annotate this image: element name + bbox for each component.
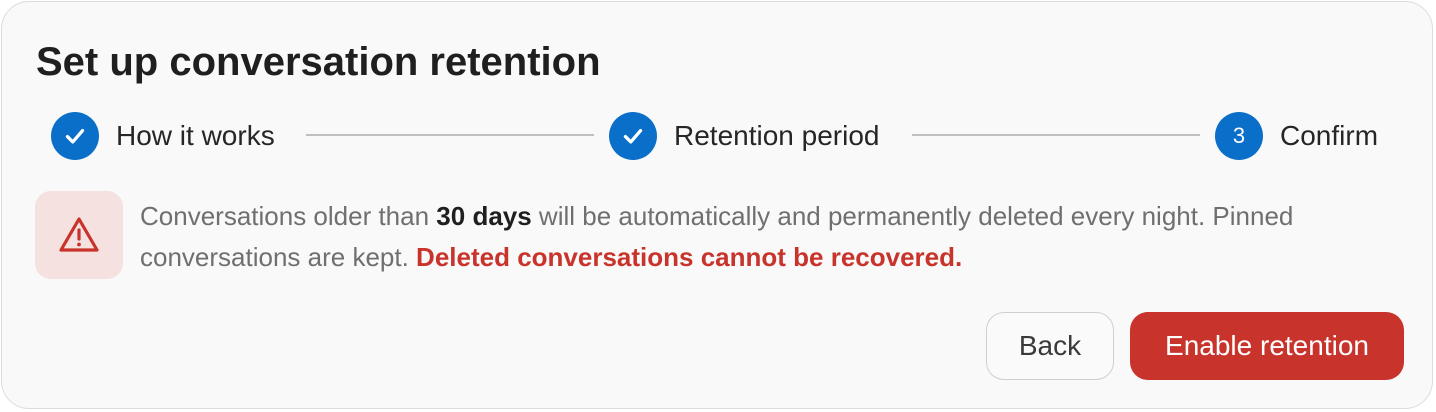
- retention-days: 30 days: [436, 201, 532, 231]
- retention-setup-card: Set up conversation retention How it wor…: [1, 1, 1433, 409]
- warning-text-before: Conversations older than: [140, 201, 437, 231]
- step-3-label: Confirm: [1280, 120, 1379, 151]
- step-1-check-icon: [51, 112, 99, 160]
- warning-message: Conversations older than 30 days will be…: [140, 196, 1400, 278]
- check-icon: [623, 128, 643, 144]
- step-3-number: 3: [1215, 112, 1263, 160]
- warning-icon-box: [35, 191, 123, 279]
- step-1-label: How it works: [116, 120, 275, 151]
- step-connector: [912, 134, 1200, 136]
- step-2-check-icon: [609, 112, 657, 160]
- dialog-title: Set up conversation retention: [36, 40, 601, 84]
- check-icon: [65, 128, 85, 144]
- back-button[interactable]: Back: [986, 312, 1114, 380]
- warning-triangle-icon: [59, 217, 99, 252]
- step-connector: [306, 134, 594, 136]
- enable-retention-button[interactable]: Enable retention: [1130, 312, 1404, 380]
- danger-notice: Deleted conversations cannot be recovere…: [416, 242, 963, 272]
- step-2-label: Retention period: [674, 120, 880, 151]
